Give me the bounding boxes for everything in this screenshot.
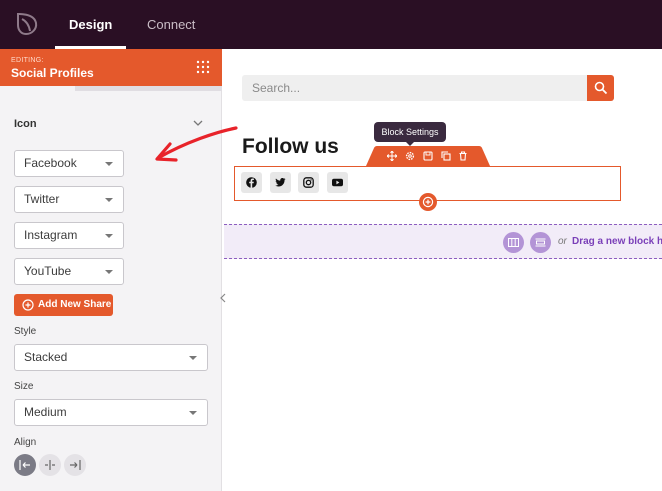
instagram-icon bbox=[303, 177, 314, 188]
editing-header: EDITING: Social Profiles bbox=[0, 49, 222, 86]
instagram-button[interactable] bbox=[298, 172, 319, 193]
trash-icon[interactable] bbox=[458, 151, 468, 161]
profile-select-facebook[interactable]: Facebook bbox=[14, 150, 124, 177]
youtube-button[interactable] bbox=[327, 172, 348, 193]
size-select-value: Medium bbox=[24, 405, 67, 419]
align-right-button[interactable] bbox=[64, 454, 86, 476]
tab-design[interactable]: Design bbox=[54, 0, 127, 49]
plus-circle-icon bbox=[22, 299, 34, 311]
section-title-icon[interactable]: Icon bbox=[14, 118, 37, 130]
profile-select-label: YouTube bbox=[24, 264, 72, 278]
caret-down-icon bbox=[105, 198, 113, 202]
annotation-arrow-icon bbox=[155, 126, 238, 162]
profile-select-label: Facebook bbox=[24, 156, 77, 170]
search-block: Search... bbox=[242, 75, 614, 101]
caret-down-icon bbox=[189, 356, 197, 360]
search-icon bbox=[594, 81, 608, 95]
top-bar: Design Connect bbox=[0, 0, 662, 49]
align-left-button[interactable] bbox=[14, 454, 36, 476]
facebook-icon bbox=[246, 177, 257, 188]
move-icon[interactable] bbox=[387, 151, 397, 161]
profile-select-label: Twitter bbox=[24, 192, 60, 206]
profile-select-label: Instagram bbox=[24, 228, 78, 242]
add-new-share-label: Add New Share bbox=[38, 299, 112, 310]
search-input[interactable]: Search... bbox=[242, 75, 587, 101]
caret-down-icon bbox=[105, 270, 113, 274]
align-center-icon bbox=[45, 460, 55, 470]
size-select[interactable]: Medium bbox=[14, 399, 208, 426]
caret-down-icon bbox=[105, 162, 113, 166]
twitter-button[interactable] bbox=[270, 172, 291, 193]
align-left-icon bbox=[19, 460, 30, 470]
drop-zone-or: or bbox=[558, 236, 567, 247]
profile-select-instagram[interactable]: Instagram bbox=[14, 222, 124, 249]
align-label: Align bbox=[14, 437, 37, 448]
style-label: Style bbox=[14, 326, 37, 337]
plus-circle-icon bbox=[422, 196, 434, 208]
duplicate-icon[interactable] bbox=[441, 151, 451, 161]
caret-down-icon bbox=[105, 234, 113, 238]
section-icon bbox=[535, 238, 546, 247]
facebook-button[interactable] bbox=[241, 172, 262, 193]
add-new-share-button[interactable]: Add New Share bbox=[14, 294, 113, 316]
editing-label: EDITING: bbox=[11, 57, 44, 64]
heading-follow-us[interactable]: Follow us bbox=[242, 135, 339, 159]
block-settings-tooltip: Block Settings bbox=[374, 122, 446, 146]
align-center-button[interactable] bbox=[39, 454, 61, 476]
add-columns-button[interactable] bbox=[503, 232, 524, 253]
youtube-icon bbox=[332, 178, 343, 187]
align-right-icon bbox=[70, 460, 81, 470]
twitter-icon bbox=[275, 178, 286, 187]
add-section-button[interactable] bbox=[530, 232, 551, 253]
tab-connect[interactable]: Connect bbox=[147, 0, 195, 49]
editing-title: Social Profiles bbox=[11, 66, 94, 80]
search-button[interactable] bbox=[587, 75, 614, 101]
seedprod-leaf-icon[interactable] bbox=[14, 11, 40, 37]
columns-icon bbox=[508, 238, 519, 247]
profile-select-youtube[interactable]: YouTube bbox=[14, 258, 124, 285]
gear-icon[interactable] bbox=[405, 151, 415, 161]
style-select[interactable]: Stacked bbox=[14, 344, 208, 371]
collapse-sidebar-icon[interactable] bbox=[218, 288, 228, 308]
size-label: Size bbox=[14, 381, 34, 392]
add-block-button[interactable] bbox=[419, 193, 437, 211]
block-drop-zone[interactable]: or Drag a new block here bbox=[224, 224, 662, 259]
header-shadow bbox=[75, 86, 222, 91]
drop-zone-label: Drag a new block here bbox=[572, 236, 662, 247]
block-toolbar bbox=[366, 146, 490, 166]
settings-sidebar: EDITING: Social Profiles Icon Facebook T… bbox=[0, 49, 222, 491]
profile-select-twitter[interactable]: Twitter bbox=[14, 186, 124, 213]
app-window: Design Connect EDITING: Social Profiles … bbox=[0, 0, 662, 491]
caret-down-icon bbox=[189, 411, 197, 415]
style-select-value: Stacked bbox=[24, 350, 68, 364]
save-icon[interactable] bbox=[423, 151, 433, 161]
grid-menu-icon[interactable] bbox=[196, 60, 210, 74]
